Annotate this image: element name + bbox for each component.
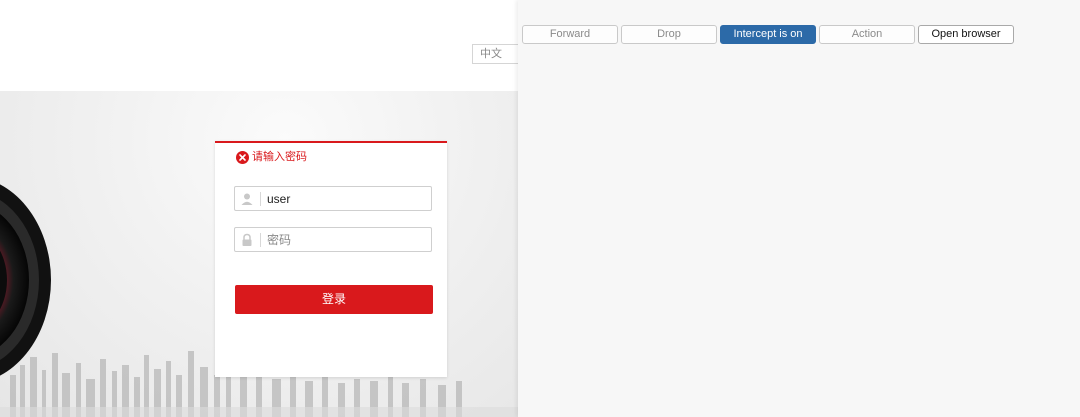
open-browser-button[interactable]: Open browser <box>918 25 1014 44</box>
proxy-intercept-panel: Forward Drop Intercept is on Action Open… <box>518 0 1080 417</box>
intercept-toggle-button[interactable]: Intercept is on <box>720 25 816 44</box>
error-circle-icon <box>236 150 249 164</box>
field-separator <box>260 233 261 247</box>
password-field[interactable]: 密码 <box>234 227 432 252</box>
top-bar <box>0 0 518 91</box>
password-placeholder: 密码 <box>267 233 292 247</box>
username-field[interactable]: user <box>234 186 432 211</box>
login-button[interactable]: 登录 <box>235 285 433 314</box>
login-page: 中文 请输入密码 user 密码 登录 <box>0 0 518 417</box>
login-form: 请输入密码 user 密码 登录 <box>215 141 447 377</box>
language-select[interactable]: 中文 <box>472 44 518 64</box>
forward-button[interactable]: Forward <box>522 25 618 44</box>
field-separator <box>260 192 261 206</box>
user-icon <box>241 193 253 205</box>
username-value: user <box>267 192 291 206</box>
lock-icon <box>242 233 252 246</box>
error-message: 请输入密码 <box>236 149 307 165</box>
error-message-text: 请输入密码 <box>252 151 307 163</box>
drop-button[interactable]: Drop <box>621 25 717 44</box>
action-button[interactable]: Action <box>819 25 915 44</box>
